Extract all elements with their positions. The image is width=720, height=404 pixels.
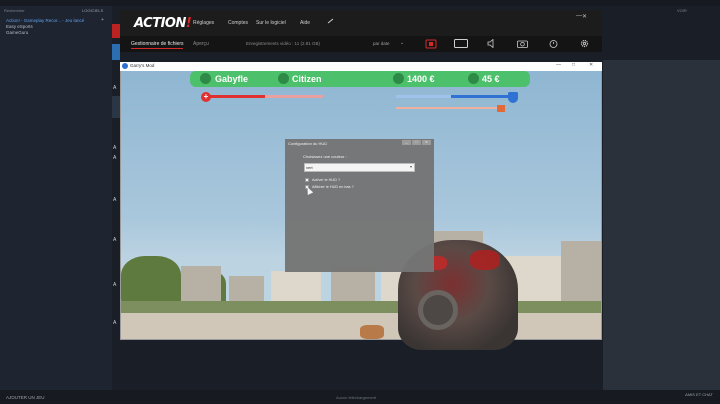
weapon-detail xyxy=(470,250,500,270)
gmod-maximize-button[interactable]: □ xyxy=(572,62,575,68)
record-icon[interactable] xyxy=(424,38,438,49)
health-cross-icon: + xyxy=(201,92,211,102)
downloads-status[interactable]: Aucun téléchargement xyxy=(336,395,376,400)
building xyxy=(181,266,221,302)
pen-icon[interactable] xyxy=(327,18,334,24)
health-bar-track xyxy=(265,95,323,98)
steam-content-panel xyxy=(603,60,720,390)
steam-library-list: Action! - Gameplay Recor... - Jeu lancé … xyxy=(6,18,84,36)
color-select[interactable] xyxy=(304,163,415,172)
armor-bar-fill xyxy=(451,95,509,98)
active-tab-indicator xyxy=(131,48,183,49)
game-thumbnail xyxy=(112,44,120,60)
news-heading: A xyxy=(113,237,117,243)
health-bar-fill xyxy=(208,95,265,98)
enable-hud-checkbox[interactable] xyxy=(305,178,309,182)
building xyxy=(561,241,601,301)
chevron-down-icon[interactable]: ▾ xyxy=(410,164,412,169)
nav-about[interactable]: Sur le logiciel xyxy=(256,20,286,26)
weapon-ring xyxy=(418,290,458,330)
audio-icon[interactable] xyxy=(484,38,498,49)
sort-select[interactable]: par date xyxy=(373,41,390,46)
color-select-value[interactable]: vert xyxy=(306,165,313,170)
recordings-count: Enregistrements vidéo : 11 (2.81 GB) xyxy=(246,41,320,46)
logo-exclaim: ! xyxy=(185,16,192,31)
game-thumbnail xyxy=(112,24,120,38)
dialog-close-button[interactable]: ✕ xyxy=(422,140,431,145)
news-heading: A xyxy=(113,145,117,151)
salary-icon xyxy=(468,73,479,84)
game-thumbnail xyxy=(112,96,120,118)
steam-section-label: LOGICIELS xyxy=(82,8,104,13)
tree xyxy=(121,256,181,304)
building xyxy=(271,271,321,301)
nav-help[interactable]: Aide xyxy=(300,20,310,26)
close-button[interactable]: ✕ xyxy=(582,13,587,20)
timer-icon[interactable] xyxy=(546,38,560,49)
enable-hud-label: Activer le HUD ? xyxy=(312,178,341,182)
hud-bottom-label: Afficher le HUD en bas ? xyxy=(312,185,354,189)
money-icon xyxy=(393,73,404,84)
chevron-down-icon[interactable]: ⌄ xyxy=(400,40,404,46)
nav-accounts[interactable]: Comptes xyxy=(228,20,248,26)
shield-icon xyxy=(508,92,518,103)
camera-icon[interactable] xyxy=(515,38,529,49)
nav-settings[interactable]: Réglages xyxy=(193,20,214,26)
hud-salary: 45 € xyxy=(482,74,500,84)
desktop-screen: Rechercher LOGICIELS + VOIR Action! - Ga… xyxy=(0,0,720,404)
gmod-titlebar[interactable] xyxy=(120,62,602,71)
news-heading: A xyxy=(113,320,117,326)
floor-object xyxy=(360,325,384,339)
color-label: Choisissez une couleur : xyxy=(303,154,347,159)
news-heading: A xyxy=(113,282,117,288)
armor-bar-track xyxy=(396,95,451,98)
news-heading: A xyxy=(113,155,117,161)
gmod-window-title: Garry's Mod xyxy=(130,63,155,68)
stamina-bar xyxy=(396,107,504,109)
hud-money: 1400 € xyxy=(407,74,435,84)
building xyxy=(229,276,264,302)
dialog-minimize-button[interactable]: _ xyxy=(402,140,411,145)
hunger-icon xyxy=(497,105,505,112)
action-logo: ACTION! xyxy=(134,16,192,31)
steam-library-item[interactable]: GameGuru xyxy=(6,30,84,36)
gmod-app-icon xyxy=(122,63,128,69)
steam-add-icon[interactable]: + xyxy=(101,17,104,23)
player-icon xyxy=(200,73,211,84)
add-game-button[interactable]: AJOUTER UN JEU xyxy=(6,395,45,400)
friends-chat-button[interactable]: AMIS ET CHAT xyxy=(684,392,714,397)
hud-player-name: Gabyfle xyxy=(215,74,249,84)
steam-view-label[interactable]: VOIR xyxy=(677,8,687,13)
dialog-title: Configuration du HUD xyxy=(288,141,328,146)
gmod-close-button[interactable]: ✕ xyxy=(589,62,593,68)
dialog-maximize-button[interactable]: □ xyxy=(412,140,421,145)
steam-search-input[interactable]: Rechercher xyxy=(4,8,62,15)
news-heading: A xyxy=(113,197,117,203)
job-icon xyxy=(278,73,289,84)
steam-sidebar xyxy=(0,6,112,390)
tab-preview[interactable]: Aperçu xyxy=(193,41,209,47)
tab-file-manager[interactable]: Gestionnaire de fichiers xyxy=(131,41,184,47)
logo-text: ACTION xyxy=(134,16,186,31)
hud-job: Citizen xyxy=(292,74,322,84)
live-icon[interactable] xyxy=(454,38,468,49)
settings-icon[interactable] xyxy=(577,38,591,49)
news-heading: A xyxy=(113,85,117,91)
gmod-minimize-button[interactable]: — xyxy=(556,62,561,68)
